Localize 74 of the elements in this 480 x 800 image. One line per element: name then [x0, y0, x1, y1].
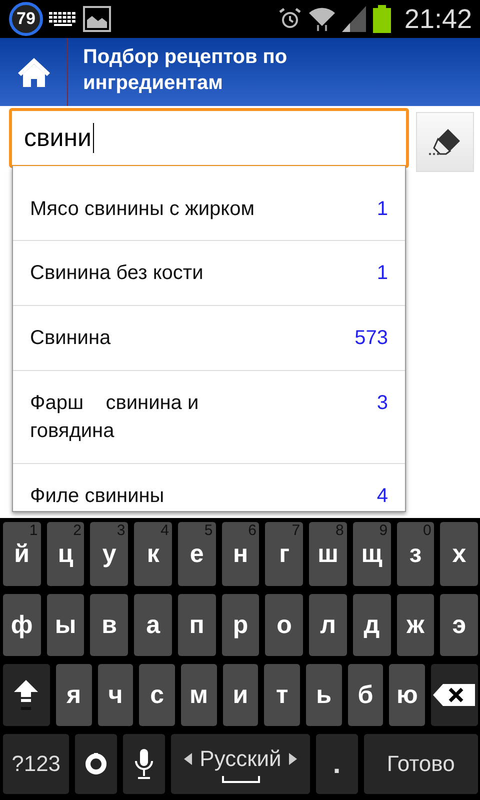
keyboard-key[interactable]: о: [265, 594, 304, 656]
signal-icon: [342, 6, 366, 32]
key-hint: 7: [292, 522, 300, 539]
space-key[interactable]: Русский: [171, 734, 310, 794]
key-hint: 4: [160, 522, 169, 539]
symbols-key[interactable]: ?123: [3, 734, 70, 794]
battery-icon: [372, 5, 392, 33]
keyboard-key[interactable]: я: [56, 664, 92, 726]
keyboard-key[interactable]: ч: [98, 664, 134, 726]
left-arrow-icon: [184, 752, 192, 764]
keyboard-key[interactable]: м: [180, 664, 217, 726]
home-icon: [16, 57, 50, 87]
space-bar-icon: [222, 776, 260, 782]
keyboard-key[interactable]: з 0: [396, 522, 434, 586]
screen-title: Подбор рецептов по ингредиентам: [82, 45, 288, 96]
keyboard-key[interactable]: ы: [46, 594, 84, 656]
microphone-icon: [134, 748, 154, 780]
keyboard-key[interactable]: т: [264, 664, 300, 726]
clock-time: 21:42: [404, 4, 472, 34]
keyboard-key[interactable]: ь: [306, 664, 342, 726]
keyboard-key[interactable]: л: [309, 594, 347, 656]
image-icon: [83, 6, 111, 32]
settings-key[interactable]: [75, 734, 118, 794]
search-text: свини: [24, 124, 92, 152]
keyboard-key[interactable]: и: [222, 664, 258, 726]
keyboard-key[interactable]: ф: [3, 594, 41, 656]
key-hint: 6: [248, 522, 256, 539]
keyboard-key[interactable]: к 4: [134, 522, 172, 586]
keyboard-key[interactable]: ш 8: [309, 522, 347, 586]
suggestion-item[interactable]: Свинина без кости 1: [13, 241, 405, 306]
keyboard-key[interactable]: б: [348, 664, 384, 726]
backspace-icon: [433, 684, 476, 706]
suggestion-item[interactable]: Свинина 573: [13, 306, 405, 371]
alarm-icon: [278, 7, 302, 31]
keyboard-key[interactable]: ц 2: [46, 522, 84, 586]
keyboard-key[interactable]: у 3: [90, 522, 128, 586]
key-hint: 8: [336, 522, 344, 539]
keyboard-key[interactable]: а: [134, 594, 172, 656]
keyboard-key[interactable]: е 5: [178, 522, 216, 586]
keyboard-key[interactable]: г 7: [265, 522, 304, 586]
search-field[interactable]: свини: [9, 108, 409, 168]
backspace-key[interactable]: [431, 664, 478, 726]
key-hint: 9: [379, 522, 388, 539]
key-hint: 5: [204, 522, 213, 539]
eraser-icon: [428, 127, 462, 157]
keyboard-key[interactable]: с: [139, 664, 175, 726]
shift-key[interactable]: [3, 664, 50, 726]
done-key[interactable]: Готово: [364, 734, 478, 794]
keyboard-key[interactable]: д: [352, 594, 391, 656]
clear-button[interactable]: [416, 112, 474, 172]
wifi-icon: [308, 6, 336, 32]
keyboard-key[interactable]: п: [178, 594, 216, 656]
right-arrow-icon: [289, 752, 298, 764]
key-hint: 1: [29, 522, 38, 539]
keyboard-key[interactable]: э: [440, 594, 478, 656]
suggestion-item[interactable]: Фарш свинина и говядина 3: [13, 371, 405, 464]
keyboard-key[interactable]: й 1: [3, 522, 41, 586]
shift-icon: [13, 678, 40, 712]
suggestion-item[interactable]: Мясо свинины с жирком 1: [13, 166, 405, 241]
notification-badge: 79: [9, 2, 43, 36]
key-hint: 3: [116, 522, 126, 539]
key-hint: 2: [73, 522, 82, 539]
key-hint: 0: [423, 522, 432, 539]
settings-icon: [85, 753, 108, 775]
keyboard-key[interactable]: н 6: [222, 522, 260, 586]
keyboard-key[interactable]: щ 9: [352, 522, 391, 586]
keyboard-key[interactable]: х: [440, 522, 478, 586]
microphone-key[interactable]: [123, 734, 166, 794]
keyboard-key[interactable]: ю: [389, 664, 425, 726]
keyboard-icon: [49, 12, 77, 26]
period-key[interactable]: .: [316, 734, 358, 794]
keyboard-key[interactable]: р: [222, 594, 260, 656]
keyboard-key[interactable]: ж: [396, 594, 434, 656]
keyboard-key[interactable]: в: [90, 594, 128, 656]
